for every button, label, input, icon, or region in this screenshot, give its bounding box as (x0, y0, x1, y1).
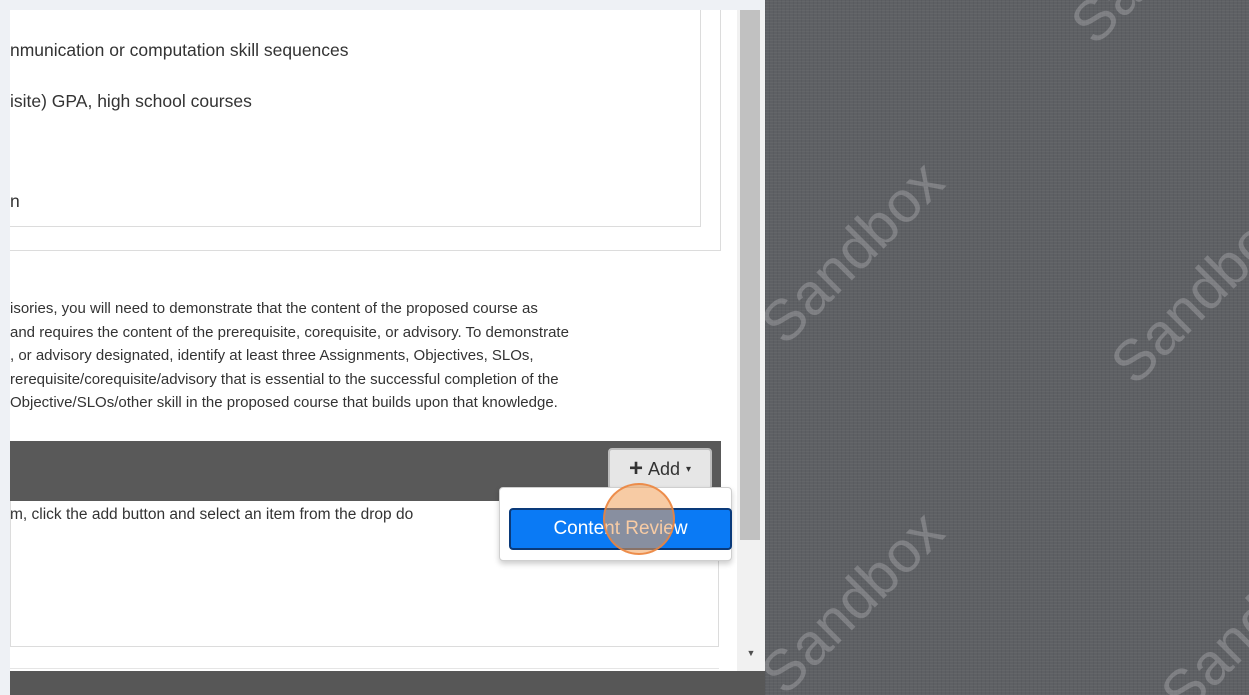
scroll-down-arrow-icon[interactable]: ▼ (737, 645, 765, 661)
add-dropdown-button[interactable]: + Add ▾ (608, 448, 712, 490)
divider (10, 668, 719, 669)
watermark-text: Sandbox (1148, 518, 1249, 695)
divider (10, 250, 721, 251)
bottom-bar (10, 671, 765, 695)
dropdown-item-content-review[interactable]: Content Review (509, 508, 732, 550)
divider (720, 10, 721, 251)
paragraph-line: isories, you will need to demonstrate th… (10, 300, 538, 317)
plus-icon: + (628, 455, 643, 482)
paragraph-line: rerequisite/corequisite/advisory that is… (10, 370, 559, 388)
list-item: nmunication or computation skill sequenc… (10, 40, 349, 60)
add-dropdown-menu: Content Review (499, 487, 732, 561)
add-button-label: Add (647, 458, 680, 479)
sandbox-background: Sandbox Sandbox Sandbox Sandbox Sandbox (765, 0, 1249, 695)
instructions-paragraph: isories, you will need to demonstrate th… (10, 297, 569, 415)
list-item: n (10, 191, 20, 211)
empty-state-hint: m, click the add button and select an it… (10, 506, 414, 523)
caret-down-icon: ▾ (686, 463, 692, 475)
watermark-text: Sandbox (1098, 188, 1249, 397)
watermark-text: Sandbox (1058, 0, 1249, 57)
watermark-text: Sandbox (765, 148, 957, 357)
paragraph-line: Objective/SLOs/other skill in the propos… (10, 394, 558, 411)
watermark-text: Sandbox (765, 498, 957, 695)
scrollbar-thumb[interactable] (740, 10, 760, 540)
form-content-pane: nmunication or computation skill sequenc… (10, 10, 737, 671)
paragraph-line: and requires the content of the prerequi… (10, 323, 569, 341)
vertical-scrollbar[interactable]: ▼ (737, 10, 765, 671)
list-item: isite) GPA, high school courses (10, 91, 252, 111)
paragraph-line: , or advisory designated, identify at le… (10, 347, 534, 364)
